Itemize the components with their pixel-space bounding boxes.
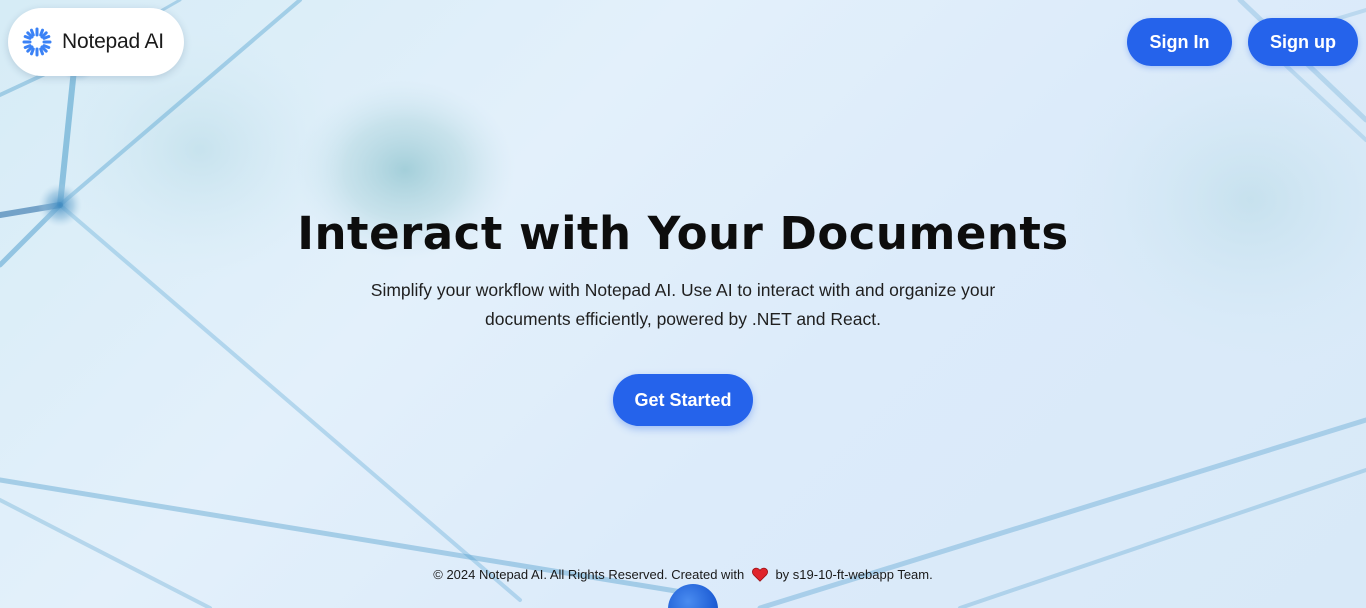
hero-section: Interact with Your Documents Simplify yo… <box>0 200 1366 426</box>
hero-subtitle: Simplify your workflow with Notepad AI. … <box>370 280 996 329</box>
hero-title: Interact with Your Documents <box>297 207 1069 260</box>
get-started-button[interactable]: Get Started <box>613 374 753 426</box>
sign-in-button[interactable]: Sign In <box>1127 18 1232 66</box>
sign-up-button[interactable]: Sign up <box>1248 18 1358 66</box>
brand-logo[interactable]: Notepad AI <box>8 8 184 76</box>
brand-name: Notepad AI <box>62 30 164 53</box>
footer-copyright: © 2024 Notepad AI. All Rights Reserved. … <box>433 567 745 582</box>
heart-icon <box>751 567 768 582</box>
sunburst-logo-icon <box>22 27 52 57</box>
footer: © 2024 Notepad AI. All Rights Reserved. … <box>0 567 1366 582</box>
footer-credits: by s19-10-ft-webapp Team. <box>775 567 933 582</box>
